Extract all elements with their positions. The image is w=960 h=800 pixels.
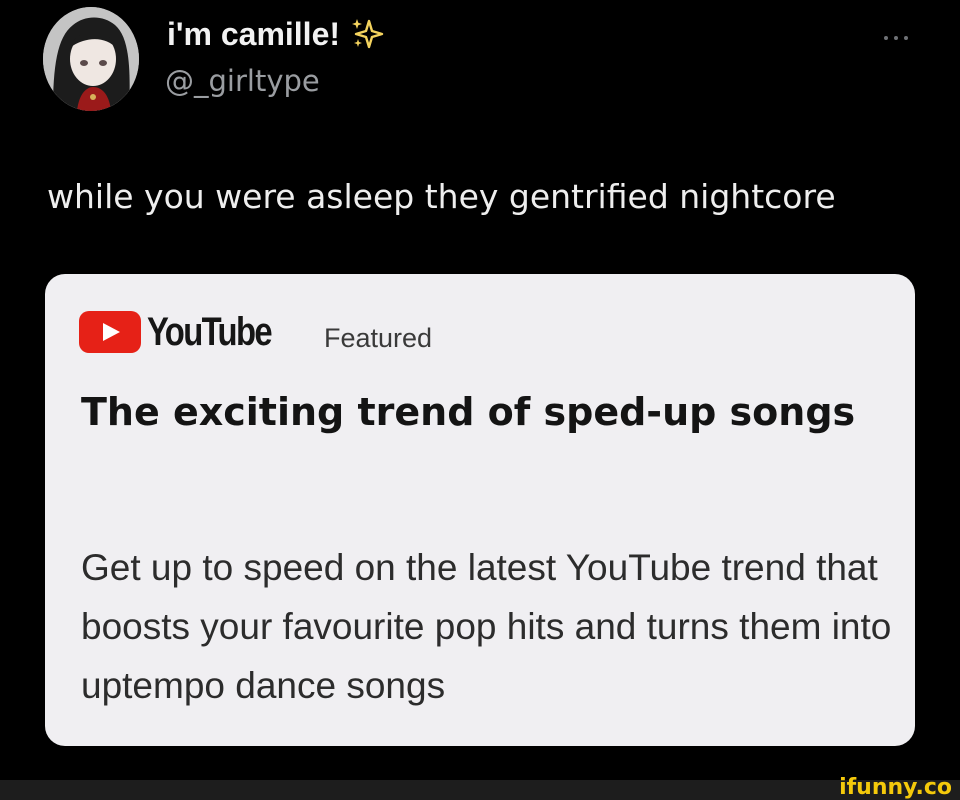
ellipsis-icon[interactable]: [878, 28, 914, 48]
tweet-text: while you were asleep they gentrified ni…: [47, 177, 836, 216]
display-name[interactable]: i'm camille!: [167, 14, 384, 60]
user-handle[interactable]: @_girltype: [165, 63, 320, 99]
link-card[interactable]: YouTube Featured The exciting trend of s…: [45, 274, 915, 746]
watermark-bar: [0, 780, 960, 800]
display-name-text: i'm camille!: [167, 16, 341, 52]
watermark: ifunny.co: [839, 775, 952, 800]
avatar[interactable]: [43, 7, 139, 111]
youtube-wordmark: YouTube: [147, 310, 273, 354]
sparkles-icon: [350, 17, 384, 60]
card-title: The exciting trend of sped-up songs: [81, 390, 856, 434]
card-description: Get up to speed on the latest YouTube tr…: [81, 547, 892, 706]
featured-label: Featured: [324, 323, 433, 353]
avatar-illustration: [43, 7, 139, 111]
youtube-play-icon: [79, 311, 141, 353]
